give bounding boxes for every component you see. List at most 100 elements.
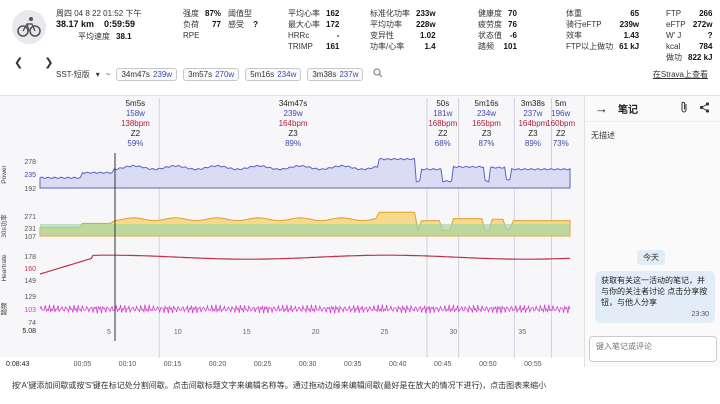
interval-heartrate: 165bpm <box>472 119 501 128</box>
heartrate-series <box>39 254 570 275</box>
metric-row: 变异性 1.02 <box>370 30 436 41</box>
metric-row: 体重 65 <box>566 8 639 19</box>
time-tick-label: 00:15 <box>164 361 182 368</box>
lap-chip[interactable]: 3m57s 270w <box>183 67 240 81</box>
y-tick-label: 103 <box>24 307 36 314</box>
no-description[interactable]: 无描述 <box>585 122 720 141</box>
metric-label: FTP以上做功 <box>566 42 614 51</box>
metric-row: 疲劳度 76 <box>478 19 517 30</box>
interval-duration: 5m16s <box>475 99 499 108</box>
metric-row: FTP 266 <box>666 8 712 19</box>
activity-graph[interactable]: 5m5s 158w 138bpm Z2 59% 34m47s 239w 164bpm Z3 89%… <box>0 95 584 358</box>
metric-row: TRIMP 161 <box>288 41 339 52</box>
metric-value: 266 <box>699 9 713 18</box>
interval-duration: 5m5s <box>126 99 146 108</box>
time-tick-label: 00:10 <box>119 361 137 368</box>
metric-value: 87% <box>205 9 222 18</box>
metric-value: 61 kJ <box>619 42 640 51</box>
power30s-zone-green <box>40 224 570 236</box>
y-tick-label: 231 <box>24 226 36 233</box>
metric-row: 平均心率 162 <box>288 8 339 19</box>
avg-speed: 平均速度 38.1 <box>78 32 132 41</box>
interval-zone: Z2 <box>131 129 141 138</box>
metric-value: - <box>336 31 340 40</box>
activity-date: 周四 04 8 22 01:52 下午 <box>56 9 142 18</box>
interval-pct: 73% <box>553 139 569 148</box>
interval-pct: 68% <box>435 139 451 148</box>
cursor-time: 0:08:43 <box>6 361 29 368</box>
lap-chip[interactable]: 3m38s 237w <box>307 67 364 81</box>
notes-title: 笔记 <box>618 105 638 116</box>
interval-heartrate: 164bpm <box>279 119 308 128</box>
metric-label: 平均心率 <box>288 9 320 18</box>
interval-power: 181w <box>433 109 452 118</box>
km-tick-label: 30 <box>450 329 458 336</box>
y-tick-label: 74 <box>28 320 36 327</box>
arrow-right-icon[interactable]: → <box>595 101 608 116</box>
metric-row: 阈值型 <box>228 8 258 19</box>
metric-value: 172 <box>326 20 340 29</box>
metric-value: 76 <box>508 20 517 29</box>
lap-chip[interactable]: 5m16s 234w <box>245 67 302 81</box>
metric-row: 标准化功率 233w <box>370 8 436 19</box>
time-tick-label: 00:55 <box>524 361 542 368</box>
metric-label: 健康度 <box>478 9 502 18</box>
metric-value: 70 <box>508 9 517 18</box>
time-tick-label: 00:05 <box>74 361 92 368</box>
metric-label: 疲劳度 <box>478 20 502 29</box>
time-tick-label: 00:20 <box>209 361 227 368</box>
axis-label: Power <box>1 164 8 183</box>
metric-label: RPE <box>183 31 200 40</box>
interval-heartrate: 160bpm <box>546 119 575 128</box>
metric-label: 体重 <box>566 9 582 18</box>
power-series <box>39 157 571 189</box>
metric-row: 强度 87% <box>183 8 221 19</box>
km-tick-label: 20 <box>312 329 320 336</box>
interval-duration: 5m <box>555 99 566 108</box>
metric-value: ? <box>707 31 713 40</box>
prev-activity-button[interactable]: ❮ <box>14 57 23 69</box>
interval-heartrate: 164bpm <box>518 119 547 128</box>
metric-column: 标准化功率 233w 平均功率 228w 变异性 1.02 功率/心率 1.4 <box>370 8 436 52</box>
metric-row: 做功 822 kJ <box>666 52 712 63</box>
view-on-strava-link[interactable]: 在Strava上查看 <box>653 69 708 80</box>
metric-row: 健康度 70 <box>478 8 517 19</box>
metric-label: 感受 <box>228 20 244 29</box>
interval-zone: Z2 <box>438 129 448 138</box>
workout-name[interactable]: SST-短版 <box>56 69 90 80</box>
note-input[interactable]: 键入笔记或评论 <box>589 336 717 362</box>
metric-value: 77 <box>212 20 222 29</box>
metric-label: 标准化功率 <box>370 9 410 18</box>
axis-label: Heartrate <box>1 254 8 281</box>
y-tick-label: 107 <box>24 234 36 241</box>
metric-column: 体重 65 骑行eFTP 239w 效率 1.43 FTP以上做功 61 kJ <box>566 8 639 52</box>
metric-label: 阈值型 <box>228 9 252 18</box>
lap-chip[interactable]: 34m47s 239w <box>116 67 178 81</box>
metric-value: ? <box>253 20 258 29</box>
metric-row: eFTP 272w <box>666 19 712 30</box>
time-tick-label: 00:50 <box>479 361 497 368</box>
interval-duration: 34m47s <box>279 99 307 108</box>
km-tick-label: 15 <box>243 329 251 336</box>
metric-column: 健康度 70 疲劳度 76 状态值 -6 踏频 101 <box>478 8 517 52</box>
axis-label: 30s功率 <box>0 214 8 238</box>
attachment-icon[interactable] <box>679 101 689 116</box>
time-tick-label: 00:30 <box>299 361 317 368</box>
axis-label: 踏频 <box>0 302 8 316</box>
search-icon[interactable] <box>373 68 383 80</box>
metric-row: W' J? <box>666 30 712 41</box>
km-tick-label: 35 <box>518 329 526 336</box>
metric-row: 状态值 -6 <box>478 30 517 41</box>
metric-value: 65 <box>630 9 640 18</box>
dropdown-chevron-icon[interactable]: ▾ <box>96 70 100 79</box>
metric-label: 踏频 <box>478 42 494 51</box>
metric-label: 效率 <box>566 31 582 40</box>
metric-value: 161 <box>326 42 340 51</box>
metric-label: TRIMP <box>288 42 313 51</box>
next-activity-button[interactable]: ❯ <box>44 57 53 69</box>
share-icon[interactable] <box>699 101 710 116</box>
km-tick-label: 10 <box>174 329 182 336</box>
interval-pct: 89% <box>285 139 301 148</box>
metric-row: 最大心率 172 <box>288 19 339 30</box>
metric-row: HRRc - <box>288 30 339 41</box>
